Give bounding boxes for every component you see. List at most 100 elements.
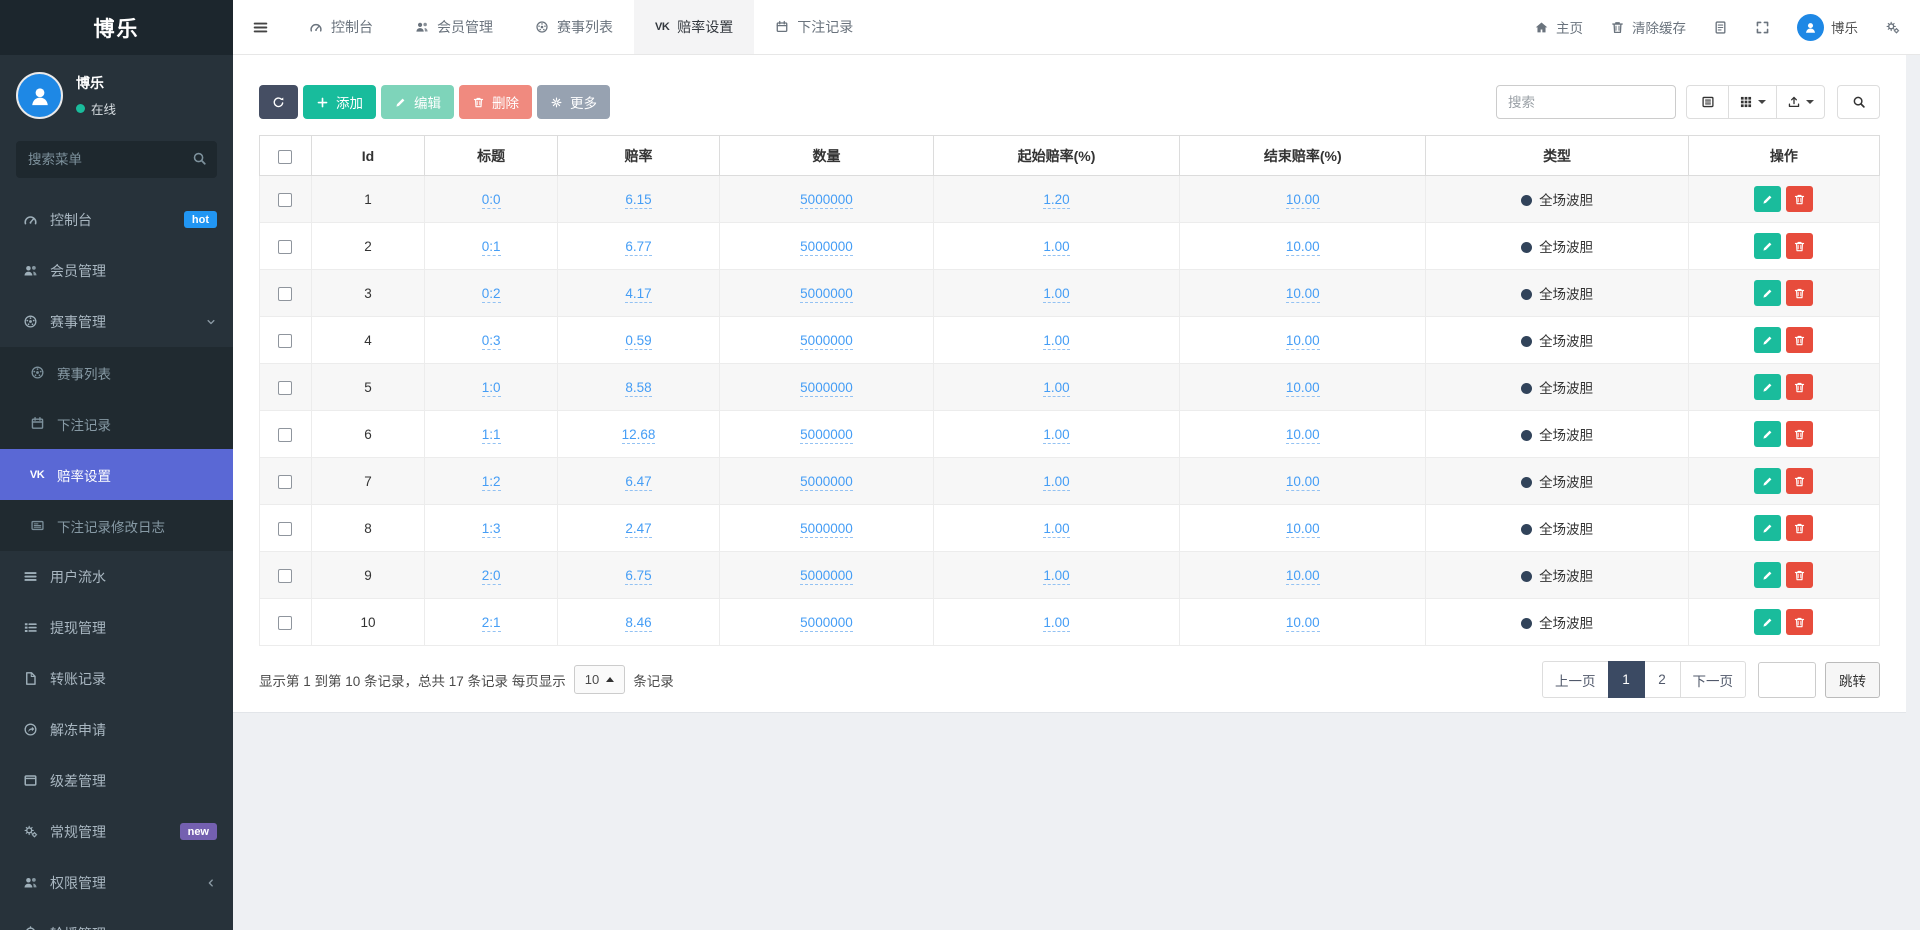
title-link[interactable]: 2:1 [482, 615, 501, 632]
sidebar-item[interactable]: 权限管理 [0, 857, 233, 908]
sidebar-item[interactable]: 赛事列表 [0, 347, 233, 398]
row-checkbox[interactable] [278, 381, 292, 395]
row-checkbox[interactable] [278, 193, 292, 207]
start-odds-link[interactable]: 1.00 [1043, 427, 1069, 444]
table-search-input[interactable] [1496, 85, 1676, 119]
page-jump-button[interactable]: 跳转 [1825, 662, 1880, 698]
add-button[interactable]: 添加 [303, 85, 376, 119]
menu-search-input[interactable] [16, 141, 217, 178]
row-checkbox[interactable] [278, 475, 292, 489]
tab-会员管理[interactable]: 会员管理 [394, 0, 514, 54]
search-button[interactable] [1837, 85, 1880, 119]
brand-logo[interactable]: 博乐 [0, 0, 233, 55]
row-edit-button[interactable] [1754, 609, 1781, 635]
sidebar-item[interactable]: 常规管理new [0, 806, 233, 857]
odds-link[interactable]: 0.59 [625, 333, 651, 350]
settings-button[interactable] [1885, 20, 1900, 35]
column-header[interactable]: 操作 [1688, 136, 1879, 176]
title-link[interactable]: 0:3 [482, 333, 501, 350]
amount-link[interactable]: 5000000 [800, 333, 853, 350]
sidebar-item[interactable]: 级差管理 [0, 755, 233, 806]
page-size-select[interactable]: 10 [574, 665, 625, 694]
odds-link[interactable]: 8.58 [625, 380, 651, 397]
tab-赔率设置[interactable]: VK赔率设置 [634, 0, 754, 54]
export-button[interactable] [1776, 85, 1825, 119]
sidebar-item[interactable]: 轮播管理 [0, 908, 233, 930]
column-header[interactable]: 赔率 [558, 136, 720, 176]
amount-link[interactable]: 5000000 [800, 474, 853, 491]
columns-button[interactable] [1728, 85, 1777, 119]
end-odds-link[interactable]: 10.00 [1286, 615, 1320, 632]
row-delete-button[interactable] [1786, 186, 1813, 212]
title-link[interactable]: 1:3 [482, 521, 501, 538]
row-delete-button[interactable] [1786, 609, 1813, 635]
refresh-button[interactable] [259, 85, 298, 119]
log-button[interactable] [1713, 20, 1728, 35]
title-link[interactable]: 0:1 [482, 239, 501, 256]
row-edit-button[interactable] [1754, 327, 1781, 353]
odds-link[interactable]: 6.47 [625, 474, 651, 491]
menu-toggle-icon[interactable] [233, 0, 288, 54]
start-odds-link[interactable]: 1.00 [1043, 333, 1069, 350]
title-link[interactable]: 2:0 [482, 568, 501, 585]
row-delete-button[interactable] [1786, 468, 1813, 494]
column-header[interactable]: 结束赔率(%) [1180, 136, 1426, 176]
end-odds-link[interactable]: 10.00 [1286, 239, 1320, 256]
row-edit-button[interactable] [1754, 421, 1781, 447]
row-edit-button[interactable] [1754, 468, 1781, 494]
title-link[interactable]: 0:0 [482, 192, 501, 209]
end-odds-link[interactable]: 10.00 [1286, 427, 1320, 444]
title-link[interactable]: 0:2 [482, 286, 501, 303]
row-edit-button[interactable] [1754, 233, 1781, 259]
row-edit-button[interactable] [1754, 515, 1781, 541]
row-checkbox[interactable] [278, 287, 292, 301]
start-odds-link[interactable]: 1.00 [1043, 286, 1069, 303]
pagination-next[interactable]: 下一页 [1680, 661, 1747, 698]
pagination-prev[interactable]: 上一页 [1542, 661, 1609, 698]
sidebar-item[interactable]: 控制台hot [0, 194, 233, 245]
column-header[interactable]: 标题 [425, 136, 558, 176]
tab-下注记录[interactable]: 下注记录 [754, 0, 874, 54]
row-checkbox[interactable] [278, 616, 292, 630]
column-header[interactable]: 数量 [720, 136, 934, 176]
odds-link[interactable]: 8.46 [625, 615, 651, 632]
end-odds-link[interactable]: 10.00 [1286, 286, 1320, 303]
amount-link[interactable]: 5000000 [800, 380, 853, 397]
row-edit-button[interactable] [1754, 562, 1781, 588]
row-edit-button[interactable] [1754, 280, 1781, 306]
tab-赛事列表[interactable]: 赛事列表 [514, 0, 634, 54]
row-checkbox[interactable] [278, 428, 292, 442]
amount-link[interactable]: 5000000 [800, 192, 853, 209]
odds-link[interactable]: 6.77 [625, 239, 651, 256]
odds-link[interactable]: 6.15 [625, 192, 651, 209]
odds-link[interactable]: 12.68 [622, 427, 656, 444]
detail-view-button[interactable] [1686, 85, 1729, 119]
end-odds-link[interactable]: 10.00 [1286, 521, 1320, 538]
select-all-header[interactable] [260, 136, 312, 176]
row-delete-button[interactable] [1786, 515, 1813, 541]
title-link[interactable]: 1:1 [482, 427, 501, 444]
row-checkbox[interactable] [278, 240, 292, 254]
sidebar-item[interactable]: 下注记录 [0, 398, 233, 449]
start-odds-link[interactable]: 1.00 [1043, 474, 1069, 491]
sidebar-item[interactable]: 解冻申请 [0, 704, 233, 755]
row-checkbox[interactable] [278, 522, 292, 536]
title-link[interactable]: 1:0 [482, 380, 501, 397]
sidebar-item[interactable]: 赛事管理 [0, 296, 233, 347]
sidebar-item[interactable]: VK赔率设置 [0, 449, 233, 500]
tab-控制台[interactable]: 控制台 [288, 0, 394, 54]
end-odds-link[interactable]: 10.00 [1286, 333, 1320, 350]
more-button[interactable]: 更多 [537, 85, 610, 119]
amount-link[interactable]: 5000000 [800, 427, 853, 444]
odds-link[interactable]: 6.75 [625, 568, 651, 585]
amount-link[interactable]: 5000000 [800, 239, 853, 256]
row-edit-button[interactable] [1754, 374, 1781, 400]
clear-cache-link[interactable]: 清除缓存 [1610, 17, 1686, 37]
row-delete-button[interactable] [1786, 562, 1813, 588]
column-header[interactable]: 类型 [1426, 136, 1688, 176]
page-jump-input[interactable] [1758, 662, 1816, 698]
amount-link[interactable]: 5000000 [800, 568, 853, 585]
sidebar-item[interactable]: 会员管理 [0, 245, 233, 296]
pagination-page-1[interactable]: 1 [1608, 661, 1645, 698]
row-delete-button[interactable] [1786, 374, 1813, 400]
